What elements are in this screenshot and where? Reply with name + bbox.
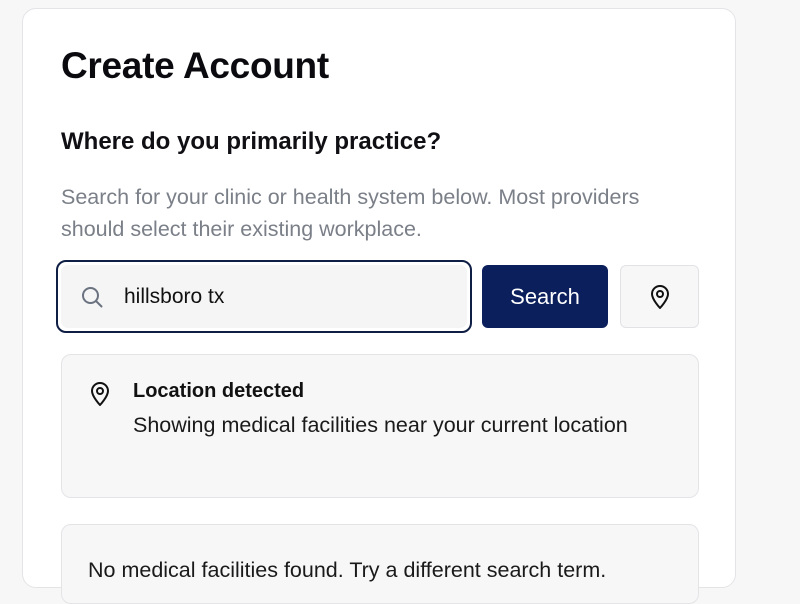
page-title: Create Account [61,45,329,86]
notice-title: Location detected [133,380,305,402]
search-field[interactable] [56,260,472,333]
map-pin-icon [648,284,672,310]
use-location-button[interactable] [620,265,699,328]
location-notice: Location detected Showing medical facili… [61,354,699,498]
search-button[interactable]: Search [482,265,608,328]
empty-results: No medical facilities found. Try a diffe… [61,524,699,604]
create-account-card: Create Account Where do you primarily pr… [22,8,736,604]
practice-question: Where do you primarily practice? [61,128,442,155]
search-description: Search for your clinic or health system … [61,185,640,241]
empty-results-message: No medical facilities found. Try a diffe… [88,558,607,582]
map-pin-icon [88,381,112,407]
search-input[interactable] [124,276,424,317]
notice-message: Showing medical facilities near your cur… [133,413,628,437]
search-field-inner [61,265,467,328]
search-icon [79,284,105,310]
